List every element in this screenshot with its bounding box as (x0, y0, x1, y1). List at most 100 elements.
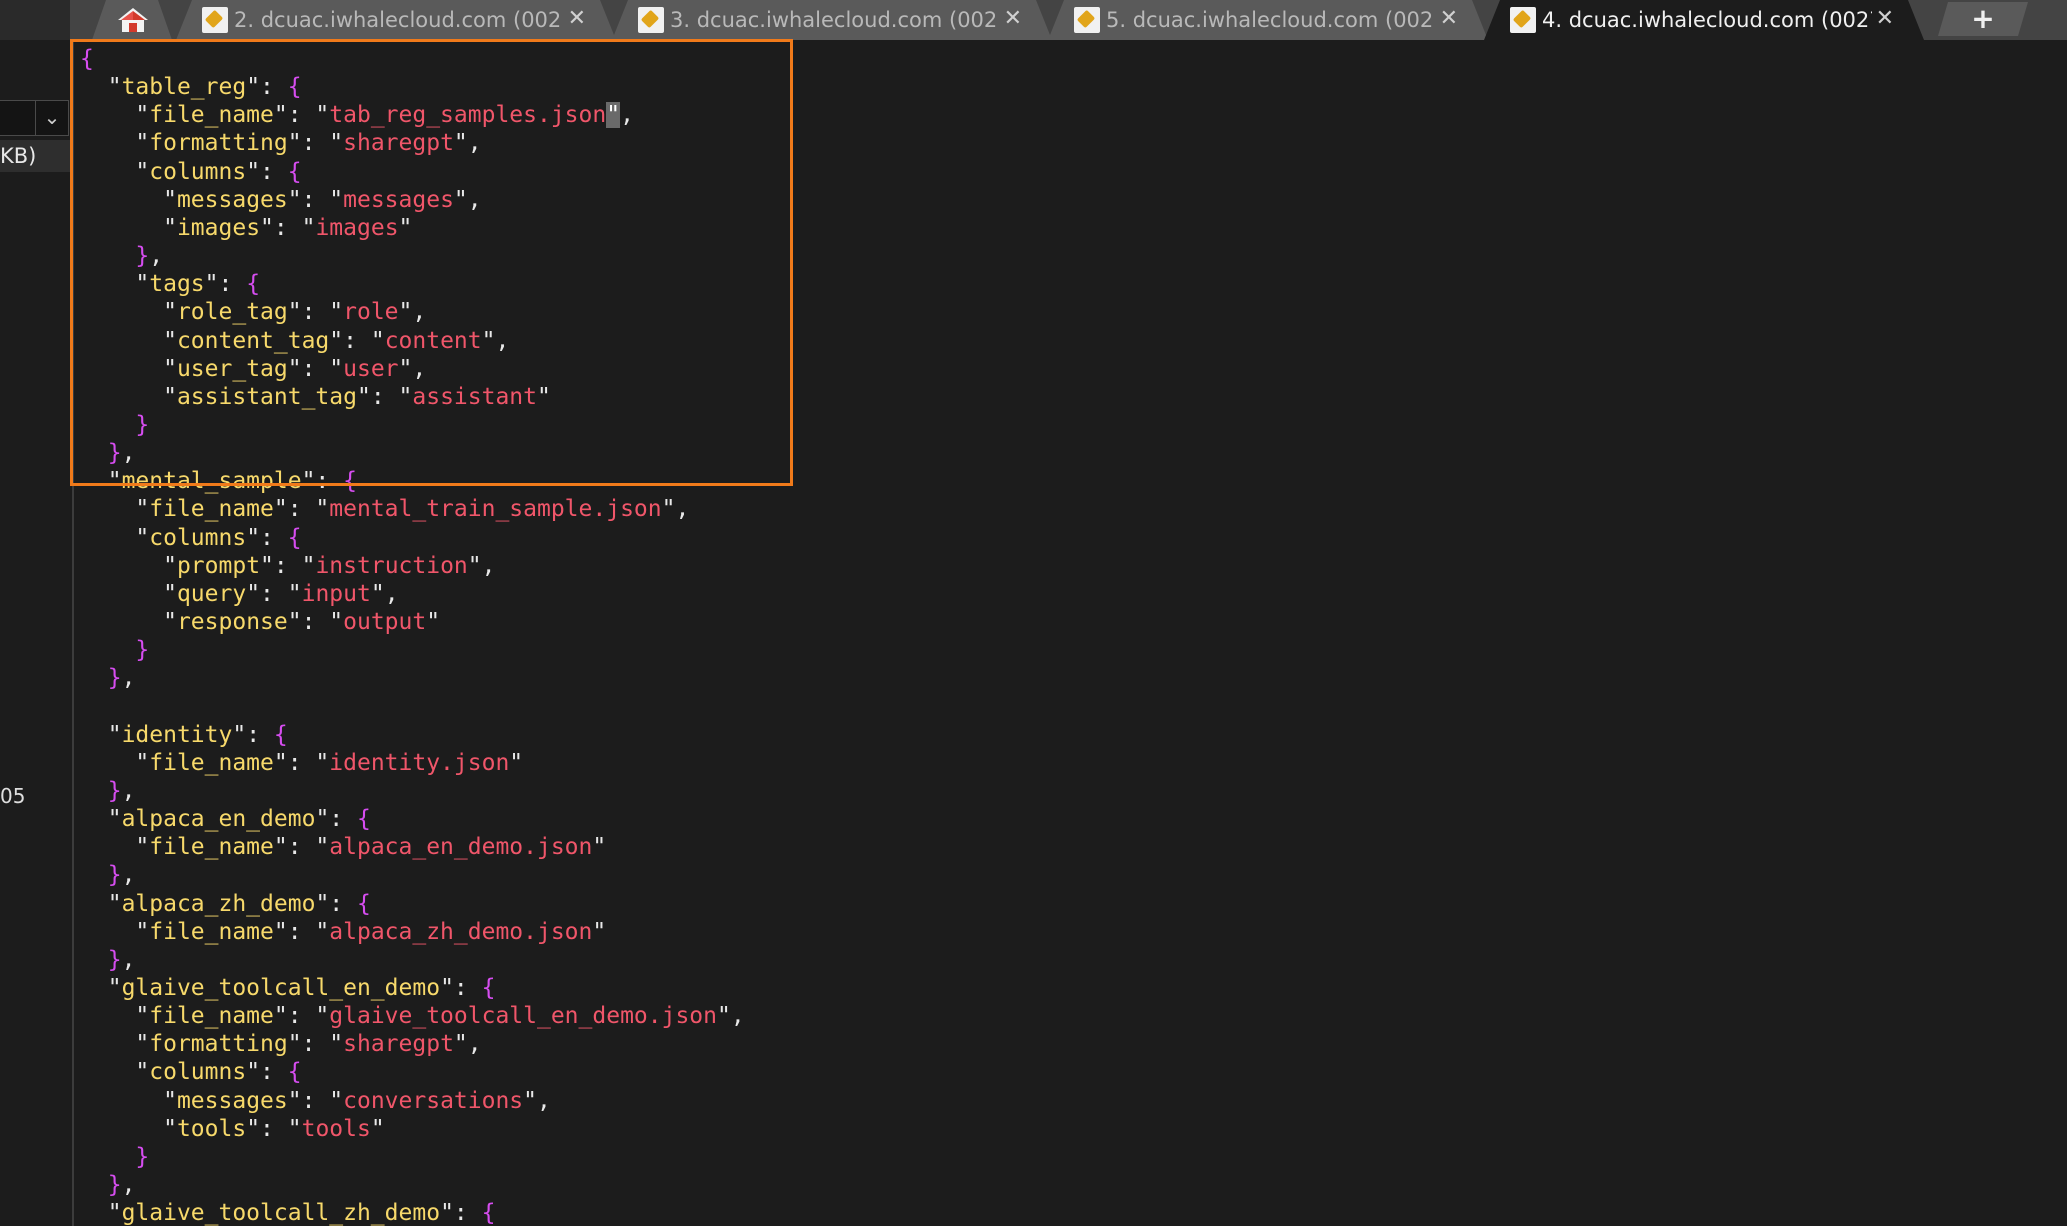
json-comma: , (467, 1031, 482, 1058)
tab-5[interactable]: 5. dcuac.iwhalecloud.com (002 ✕ (1048, 0, 1488, 40)
tab-label: 5. dcuac.iwhalecloud.com (002 (1106, 8, 1434, 32)
json-comma: , (384, 580, 399, 607)
json-value: mental_train_sample.json (329, 496, 662, 523)
json-comma: , (121, 665, 136, 692)
highlight-box (70, 39, 793, 486)
json-key: formatting (149, 1031, 288, 1058)
json-key: alpaca_zh_demo (121, 890, 316, 917)
code-line: "glaive_toolcall_en_demo": { (80, 974, 496, 1002)
quote-mark: " (135, 1031, 150, 1058)
json-comma: , (675, 496, 690, 523)
quote-mark: " (717, 1003, 731, 1030)
close-icon[interactable]: ✕ (1004, 5, 1022, 33)
code-line: }, (80, 946, 136, 974)
json-brace: { (481, 1200, 496, 1226)
tab-3[interactable]: 3. dcuac.iwhalecloud.com (002 ✕ (612, 0, 1052, 40)
quote-mark: ": (273, 496, 316, 523)
json-value: tools (301, 1115, 371, 1142)
json-comma: , (537, 1087, 551, 1114)
code-line: "file_name": "identity.json" (80, 749, 523, 777)
json-brace: { (287, 1059, 302, 1086)
quote-mark: " (135, 749, 150, 776)
tab-bar-left-blank (0, 0, 70, 40)
home-icon[interactable] (116, 6, 150, 34)
quote-mark: ": (260, 552, 302, 579)
json-key: query (176, 580, 247, 607)
json-brace: } (135, 1143, 150, 1170)
json-brace: { (356, 806, 371, 833)
json-key: glaive_toolcall_zh_demo (121, 1200, 441, 1226)
json-value: alpaca_en_demo.json (329, 834, 593, 861)
json-comma: , (481, 552, 496, 579)
quote-mark: " (107, 806, 122, 833)
quote-mark: " (329, 1031, 344, 1058)
json-brace: } (107, 946, 122, 973)
quote-mark: ": (315, 890, 357, 917)
chevron-down-icon[interactable]: ⌄ (35, 101, 68, 135)
plus-icon: + (1971, 2, 1995, 35)
json-comma: , (121, 1172, 136, 1198)
json-key: file_name (149, 496, 274, 523)
json-brace: } (107, 665, 122, 692)
quote-mark: " (163, 552, 177, 579)
quote-mark: " (329, 609, 344, 635)
json-brace: } (107, 1172, 122, 1198)
quote-mark: " (163, 1115, 177, 1142)
sidebar-select[interactable]: ⌄ (0, 100, 69, 136)
quote-mark: " (301, 552, 316, 579)
quote-mark: " (329, 1087, 344, 1114)
tab-label: 4. dcuac.iwhalecloud.com (0027 (1542, 8, 1872, 32)
json-brace: { (273, 721, 288, 748)
quote-mark: ": (273, 1003, 316, 1030)
tab-2[interactable]: 2. dcuac.iwhalecloud.com (002 ✕ (176, 0, 616, 40)
tab-4-active[interactable]: 4. dcuac.iwhalecloud.com (0027 ✕ (1484, 0, 1924, 40)
quote-mark: " (135, 496, 150, 523)
close-icon[interactable]: ✕ (1440, 5, 1458, 33)
quote-mark: ": (440, 1200, 482, 1226)
quote-mark: " (107, 1200, 122, 1226)
quote-mark: " (163, 1087, 177, 1114)
json-key: response (176, 609, 288, 635)
screen: 2. dcuac.iwhalecloud.com (002 ✕ 3. dcuac… (0, 0, 2067, 1226)
new-tab-button[interactable]: + (1938, 2, 2028, 36)
code-line: "prompt": "instruction", (80, 552, 496, 580)
code-line: "file_name": "alpaca_zh_demo.json" (80, 918, 606, 946)
code-line: "query": "input", (80, 580, 399, 608)
code-line: }, (80, 861, 136, 889)
json-key: prompt (176, 552, 261, 579)
quote-mark: ": (246, 524, 288, 551)
quote-mark: ": (246, 580, 288, 607)
quote-mark: " (135, 834, 150, 861)
quote-mark: " (315, 749, 330, 776)
code-line: "file_name": "alpaca_en_demo.json" (80, 833, 606, 861)
close-icon[interactable]: ✕ (568, 5, 586, 33)
quote-mark: " (135, 524, 150, 551)
quote-mark: " (453, 1031, 468, 1058)
code-line: "alpaca_zh_demo": { (80, 890, 371, 918)
quote-mark: ": (287, 1087, 330, 1114)
quote-mark: " (661, 496, 676, 523)
json-value: instruction (315, 552, 468, 579)
quote-mark: " (592, 834, 607, 861)
quote-mark: " (315, 496, 330, 523)
code-line: "file_name": "glaive_toolcall_en_demo.js… (80, 1002, 744, 1030)
json-comma: , (121, 777, 136, 804)
quote-mark: ": (287, 609, 330, 635)
quote-mark: " (163, 580, 177, 607)
json-key: file_name (149, 834, 274, 861)
left-sidebar: ⌄ KB) 05 (0, 40, 74, 1226)
code-line: }, (80, 664, 136, 692)
json-value: input (301, 580, 371, 607)
json-brace: } (135, 637, 150, 664)
quote-mark: " (107, 890, 122, 917)
json-key: columns (149, 524, 247, 551)
close-icon[interactable]: ✕ (1876, 5, 1894, 33)
quote-mark: ": (273, 749, 316, 776)
tab-label: 2. dcuac.iwhalecloud.com (002 (234, 8, 562, 32)
json-brace: } (107, 862, 122, 889)
quote-mark: ": (273, 918, 316, 945)
quote-mark: " (467, 552, 482, 579)
tool-icon (1510, 7, 1536, 33)
json-comma: , (121, 946, 136, 973)
json-key: file_name (149, 1003, 274, 1030)
